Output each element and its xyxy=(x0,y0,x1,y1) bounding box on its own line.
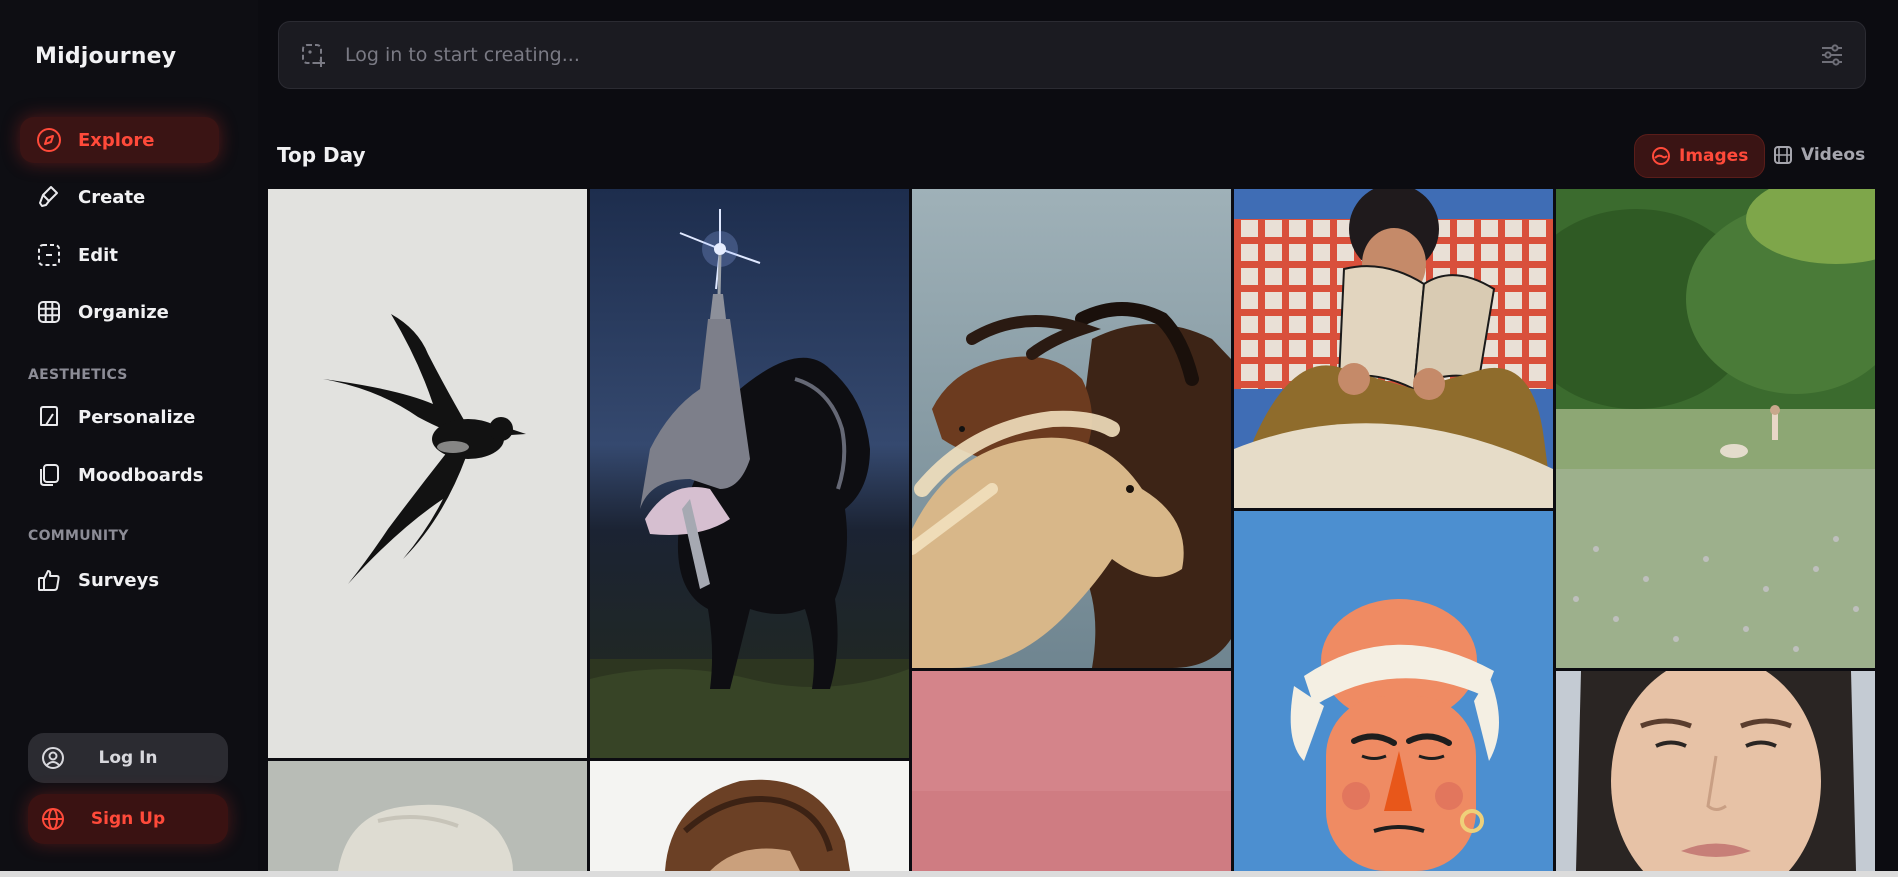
feed-title: Top Day xyxy=(277,143,366,167)
prompt-bar[interactable]: Log in to start creating... xyxy=(278,21,1866,89)
nav-item-surveys[interactable]: Surveys xyxy=(20,557,219,603)
brand-logo[interactable]: Midjourney xyxy=(35,44,176,69)
settings-sliders-icon[interactable] xyxy=(1817,40,1847,70)
image-tile-curly-hair[interactable] xyxy=(590,761,909,871)
videos-toggle-label: Videos xyxy=(1801,145,1866,165)
brush-icon xyxy=(36,184,62,210)
window-bottom-edge xyxy=(0,871,1898,877)
nav-item-label: Organize xyxy=(78,301,169,323)
signup-button[interactable]: Sign Up xyxy=(28,794,228,844)
login-button[interactable]: Log In xyxy=(28,733,228,783)
grid-icon xyxy=(36,299,62,325)
globe-icon xyxy=(40,806,66,832)
image-tile-man-headband[interactable] xyxy=(1234,511,1553,871)
nav-item-label: Explore xyxy=(78,129,155,151)
image-tile-swallow[interactable] xyxy=(268,189,587,758)
nav-item-edit[interactable]: Edit xyxy=(20,232,219,278)
image-tile-stone[interactable] xyxy=(268,761,587,871)
image-tile-horses[interactable] xyxy=(912,189,1231,668)
image-tile-woman-portrait[interactable] xyxy=(1556,671,1875,871)
nav-item-label: Personalize xyxy=(78,406,196,428)
film-icon xyxy=(1773,145,1793,165)
image-tile-knight-horse[interactable] xyxy=(590,189,909,758)
prompt-input[interactable]: Log in to start creating... xyxy=(345,44,1817,66)
login-label: Log In xyxy=(98,748,158,768)
image-tile-pink[interactable] xyxy=(912,671,1231,871)
section-heading-community: COMMUNITY xyxy=(28,528,129,544)
compass-icon xyxy=(36,127,62,153)
nav-item-label: Edit xyxy=(78,244,118,266)
moodboard-icon xyxy=(36,462,62,488)
section-heading-aesthetics: AESTHETICS xyxy=(28,367,128,383)
nav-item-label: Surveys xyxy=(78,569,160,591)
nav-item-label: Create xyxy=(78,186,146,208)
image-icon xyxy=(1651,146,1671,166)
nav-item-moodboards[interactable]: Moodboards xyxy=(20,452,219,498)
image-tile-woman-reading[interactable] xyxy=(1234,189,1553,508)
nav-item-explore[interactable]: Explore xyxy=(20,117,219,163)
personalize-icon xyxy=(36,404,62,430)
images-toggle-label: Images xyxy=(1679,146,1749,166)
thumbs-up-icon xyxy=(36,567,62,593)
signup-label: Sign Up xyxy=(90,809,166,829)
nav-item-personalize[interactable]: Personalize xyxy=(20,394,219,440)
add-image-icon[interactable] xyxy=(299,40,329,70)
nav-item-organize[interactable]: Organize xyxy=(20,289,219,335)
nav-item-label: Moodboards xyxy=(78,464,204,486)
nav-item-create[interactable]: Create xyxy=(20,174,219,220)
edit-frame-icon xyxy=(36,242,62,268)
images-toggle-button[interactable]: Images xyxy=(1634,134,1766,178)
user-circle-icon xyxy=(40,745,66,771)
sidebar: Midjourney Explore Create Edit Organize … xyxy=(0,0,258,877)
videos-toggle-button[interactable]: Videos xyxy=(1757,134,1881,176)
image-tile-meadow[interactable] xyxy=(1556,189,1875,668)
